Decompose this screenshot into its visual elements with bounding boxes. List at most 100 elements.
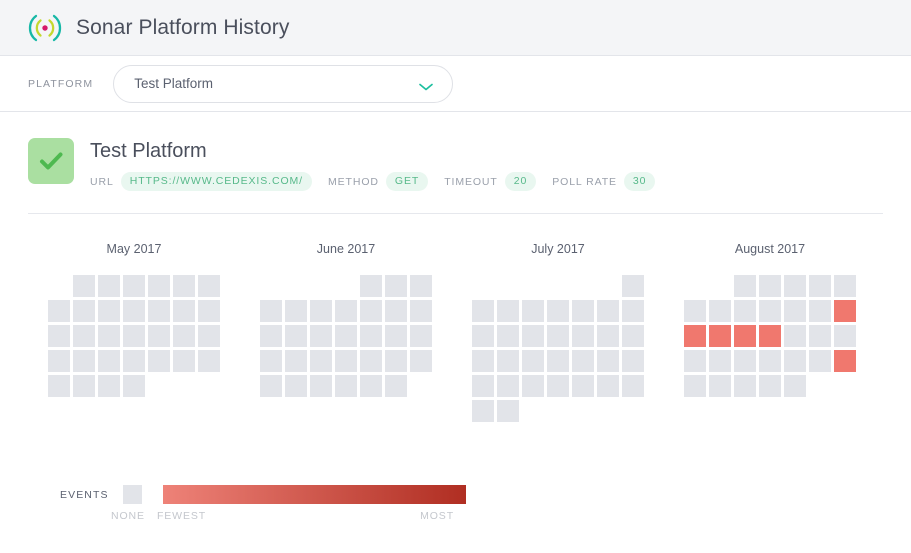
day-cell[interactable] xyxy=(148,325,170,347)
day-cell[interactable] xyxy=(834,300,856,322)
day-cell[interactable] xyxy=(123,325,145,347)
day-cell[interactable] xyxy=(335,350,357,372)
day-cell[interactable] xyxy=(572,350,594,372)
day-cell[interactable] xyxy=(622,350,644,372)
day-cell[interactable] xyxy=(497,325,519,347)
day-cell[interactable] xyxy=(285,350,307,372)
day-cell[interactable] xyxy=(198,275,220,297)
day-cell[interactable] xyxy=(547,375,569,397)
day-cell[interactable] xyxy=(709,300,731,322)
day-cell[interactable] xyxy=(385,325,407,347)
day-cell[interactable] xyxy=(385,375,407,397)
day-cell[interactable] xyxy=(734,325,756,347)
day-cell[interactable] xyxy=(198,300,220,322)
day-cell[interactable] xyxy=(759,325,781,347)
day-cell[interactable] xyxy=(360,350,382,372)
day-cell[interactable] xyxy=(497,350,519,372)
day-cell[interactable] xyxy=(497,375,519,397)
day-cell[interactable] xyxy=(547,350,569,372)
day-cell[interactable] xyxy=(572,300,594,322)
day-cell[interactable] xyxy=(48,375,70,397)
day-cell[interactable] xyxy=(709,375,731,397)
day-cell[interactable] xyxy=(734,350,756,372)
day-cell[interactable] xyxy=(472,350,494,372)
day-cell[interactable] xyxy=(547,300,569,322)
day-cell[interactable] xyxy=(522,350,544,372)
day-cell[interactable] xyxy=(410,300,432,322)
day-cell[interactable] xyxy=(148,350,170,372)
day-cell[interactable] xyxy=(73,275,95,297)
day-cell[interactable] xyxy=(684,300,706,322)
day-cell[interactable] xyxy=(73,375,95,397)
day-cell[interactable] xyxy=(285,325,307,347)
day-cell[interactable] xyxy=(385,300,407,322)
day-cell[interactable] xyxy=(360,275,382,297)
day-cell[interactable] xyxy=(809,350,831,372)
day-cell[interactable] xyxy=(310,325,332,347)
day-cell[interactable] xyxy=(684,350,706,372)
day-cell[interactable] xyxy=(335,325,357,347)
day-cell[interactable] xyxy=(410,275,432,297)
day-cell[interactable] xyxy=(148,275,170,297)
day-cell[interactable] xyxy=(385,350,407,372)
day-cell[interactable] xyxy=(173,325,195,347)
day-cell[interactable] xyxy=(48,325,70,347)
day-cell[interactable] xyxy=(597,375,619,397)
day-cell[interactable] xyxy=(759,275,781,297)
day-cell[interactable] xyxy=(98,350,120,372)
day-cell[interactable] xyxy=(709,350,731,372)
day-cell[interactable] xyxy=(360,375,382,397)
day-cell[interactable] xyxy=(123,350,145,372)
day-cell[interactable] xyxy=(834,325,856,347)
day-cell[interactable] xyxy=(759,375,781,397)
day-cell[interactable] xyxy=(522,325,544,347)
day-cell[interactable] xyxy=(597,300,619,322)
day-cell[interactable] xyxy=(597,325,619,347)
day-cell[interactable] xyxy=(759,350,781,372)
day-cell[interactable] xyxy=(285,375,307,397)
day-cell[interactable] xyxy=(472,300,494,322)
day-cell[interactable] xyxy=(360,325,382,347)
day-cell[interactable] xyxy=(834,350,856,372)
day-cell[interactable] xyxy=(809,325,831,347)
day-cell[interactable] xyxy=(260,375,282,397)
day-cell[interactable] xyxy=(73,350,95,372)
day-cell[interactable] xyxy=(98,275,120,297)
day-cell[interactable] xyxy=(198,325,220,347)
day-cell[interactable] xyxy=(173,275,195,297)
day-cell[interactable] xyxy=(98,375,120,397)
day-cell[interactable] xyxy=(622,275,644,297)
day-cell[interactable] xyxy=(622,325,644,347)
day-cell[interactable] xyxy=(360,300,382,322)
day-cell[interactable] xyxy=(335,300,357,322)
day-cell[interactable] xyxy=(834,275,856,297)
day-cell[interactable] xyxy=(622,300,644,322)
day-cell[interactable] xyxy=(759,300,781,322)
day-cell[interactable] xyxy=(809,300,831,322)
day-cell[interactable] xyxy=(310,300,332,322)
day-cell[interactable] xyxy=(597,350,619,372)
day-cell[interactable] xyxy=(123,275,145,297)
day-cell[interactable] xyxy=(73,325,95,347)
day-cell[interactable] xyxy=(310,375,332,397)
day-cell[interactable] xyxy=(260,300,282,322)
day-cell[interactable] xyxy=(260,325,282,347)
day-cell[interactable] xyxy=(98,300,120,322)
day-cell[interactable] xyxy=(98,325,120,347)
day-cell[interactable] xyxy=(497,300,519,322)
day-cell[interactable] xyxy=(123,300,145,322)
day-cell[interactable] xyxy=(784,275,806,297)
day-cell[interactable] xyxy=(385,275,407,297)
day-cell[interactable] xyxy=(684,375,706,397)
day-cell[interactable] xyxy=(123,375,145,397)
day-cell[interactable] xyxy=(522,375,544,397)
day-cell[interactable] xyxy=(784,375,806,397)
day-cell[interactable] xyxy=(472,400,494,422)
day-cell[interactable] xyxy=(310,350,332,372)
day-cell[interactable] xyxy=(572,375,594,397)
day-cell[interactable] xyxy=(784,350,806,372)
day-cell[interactable] xyxy=(497,400,519,422)
day-cell[interactable] xyxy=(173,300,195,322)
day-cell[interactable] xyxy=(410,350,432,372)
day-cell[interactable] xyxy=(472,325,494,347)
